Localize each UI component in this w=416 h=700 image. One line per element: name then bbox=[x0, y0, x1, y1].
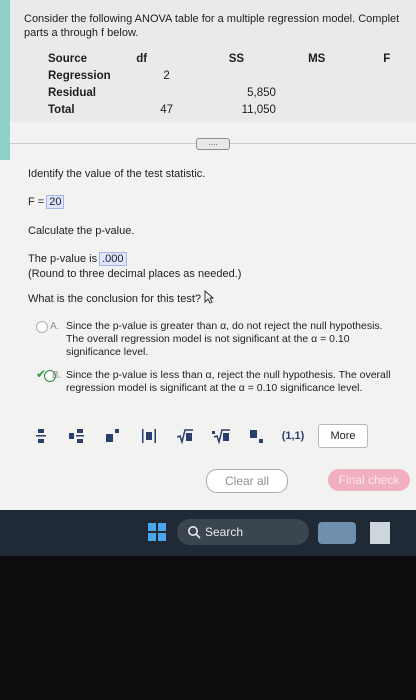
expand-button[interactable]: .... bbox=[196, 138, 230, 150]
absolute-value-icon[interactable] bbox=[134, 425, 164, 447]
browser-content: Consider the following ANOVA table for a… bbox=[0, 0, 416, 510]
f-answer-field[interactable]: 20 bbox=[46, 195, 65, 209]
more-button[interactable]: More bbox=[318, 424, 368, 448]
row-ss bbox=[197, 67, 276, 84]
p-value-line: The p-value is .000 bbox=[28, 252, 127, 266]
question-test-statistic: Identify the value of the test statistic… bbox=[28, 168, 206, 180]
superscript-icon[interactable] bbox=[98, 425, 128, 447]
left-accent-bar bbox=[0, 0, 10, 160]
row-ms bbox=[276, 101, 358, 118]
p-value-answer-field[interactable]: .000 bbox=[99, 252, 127, 266]
option-b-line-1: Since the p-value is less than α, reject… bbox=[66, 369, 391, 381]
option-a-line-1: Since the p-value is greater than α, do … bbox=[66, 320, 383, 332]
option-a-line-2: The overall regression model is not sign… bbox=[66, 333, 350, 345]
f-label: F = bbox=[28, 196, 45, 208]
row-source: Regression bbox=[48, 69, 111, 82]
mixed-number-icon[interactable] bbox=[62, 425, 92, 447]
option-a-radio[interactable] bbox=[36, 321, 48, 333]
table-row: Residual 5,850 bbox=[48, 84, 416, 101]
option-a-line-3: significance level. bbox=[66, 346, 149, 358]
header-f: F bbox=[383, 52, 391, 65]
search-icon bbox=[188, 526, 201, 539]
row-f bbox=[357, 67, 416, 84]
row-df: 2 bbox=[163, 69, 170, 82]
f-statistic-line: F = 20 bbox=[28, 195, 65, 209]
row-df: 47 bbox=[160, 103, 173, 116]
option-a-letter: A. bbox=[50, 321, 60, 332]
row-ss: 11,050 bbox=[241, 103, 276, 116]
header-source: Source bbox=[48, 52, 87, 65]
row-ss: 5,850 bbox=[247, 86, 276, 99]
square-root-icon[interactable] bbox=[170, 425, 200, 447]
row-df bbox=[136, 84, 197, 101]
search-label: Search bbox=[205, 525, 244, 539]
subscript-icon[interactable] bbox=[242, 425, 272, 447]
row-ms bbox=[276, 67, 358, 84]
header-ms: MS bbox=[308, 52, 326, 65]
question-p-value: Calculate the p-value. bbox=[28, 225, 135, 237]
row-source: Total bbox=[48, 103, 75, 116]
row-f bbox=[357, 101, 416, 118]
anova-table: Source df SS MS F Regression 2 Residual … bbox=[48, 50, 416, 118]
fraction-icon[interactable] bbox=[26, 425, 56, 447]
instructions: Consider the following ANOVA table for a… bbox=[24, 12, 414, 40]
math-toolbar: (1,1) More bbox=[26, 423, 410, 449]
instructions-line-1: Consider the following ANOVA table for a… bbox=[24, 13, 400, 25]
option-b-letter: B. bbox=[52, 370, 62, 381]
option-b-line-2: regression model is significant at the α… bbox=[66, 382, 363, 394]
nth-root-icon[interactable] bbox=[206, 425, 236, 447]
p-value-label: The p-value is bbox=[28, 253, 98, 265]
ordered-pair-icon[interactable]: (1,1) bbox=[278, 425, 308, 447]
taskbar-search[interactable]: Search bbox=[177, 519, 309, 545]
anova-header-row: Source df SS MS F bbox=[48, 50, 416, 67]
windows-start-icon[interactable] bbox=[148, 523, 166, 541]
header-ss: SS bbox=[228, 52, 245, 65]
mouse-cursor-icon bbox=[204, 290, 214, 304]
rounding-note: (Round to three decimal places as needed… bbox=[28, 268, 242, 280]
option-b-text[interactable]: Since the p-value is less than α, reject… bbox=[66, 369, 391, 395]
question-conclusion: What is the conclusion for this test? bbox=[28, 293, 202, 305]
clear-all-button[interactable]: Clear all bbox=[206, 469, 288, 493]
table-row: Total 47 11,050 bbox=[48, 101, 416, 118]
table-row: Regression 2 bbox=[48, 67, 416, 84]
instructions-line-2: parts a through f below. bbox=[24, 27, 139, 39]
header-df: df bbox=[136, 52, 148, 65]
taskbar-app-icon[interactable] bbox=[370, 522, 390, 544]
option-a-text[interactable]: Since the p-value is greater than α, do … bbox=[66, 320, 383, 359]
row-f bbox=[357, 84, 416, 101]
row-ms bbox=[276, 84, 358, 101]
final-check-button[interactable]: Final check bbox=[328, 469, 410, 491]
row-source: Residual bbox=[48, 86, 96, 99]
taskbar-widget-icon[interactable] bbox=[318, 522, 356, 544]
